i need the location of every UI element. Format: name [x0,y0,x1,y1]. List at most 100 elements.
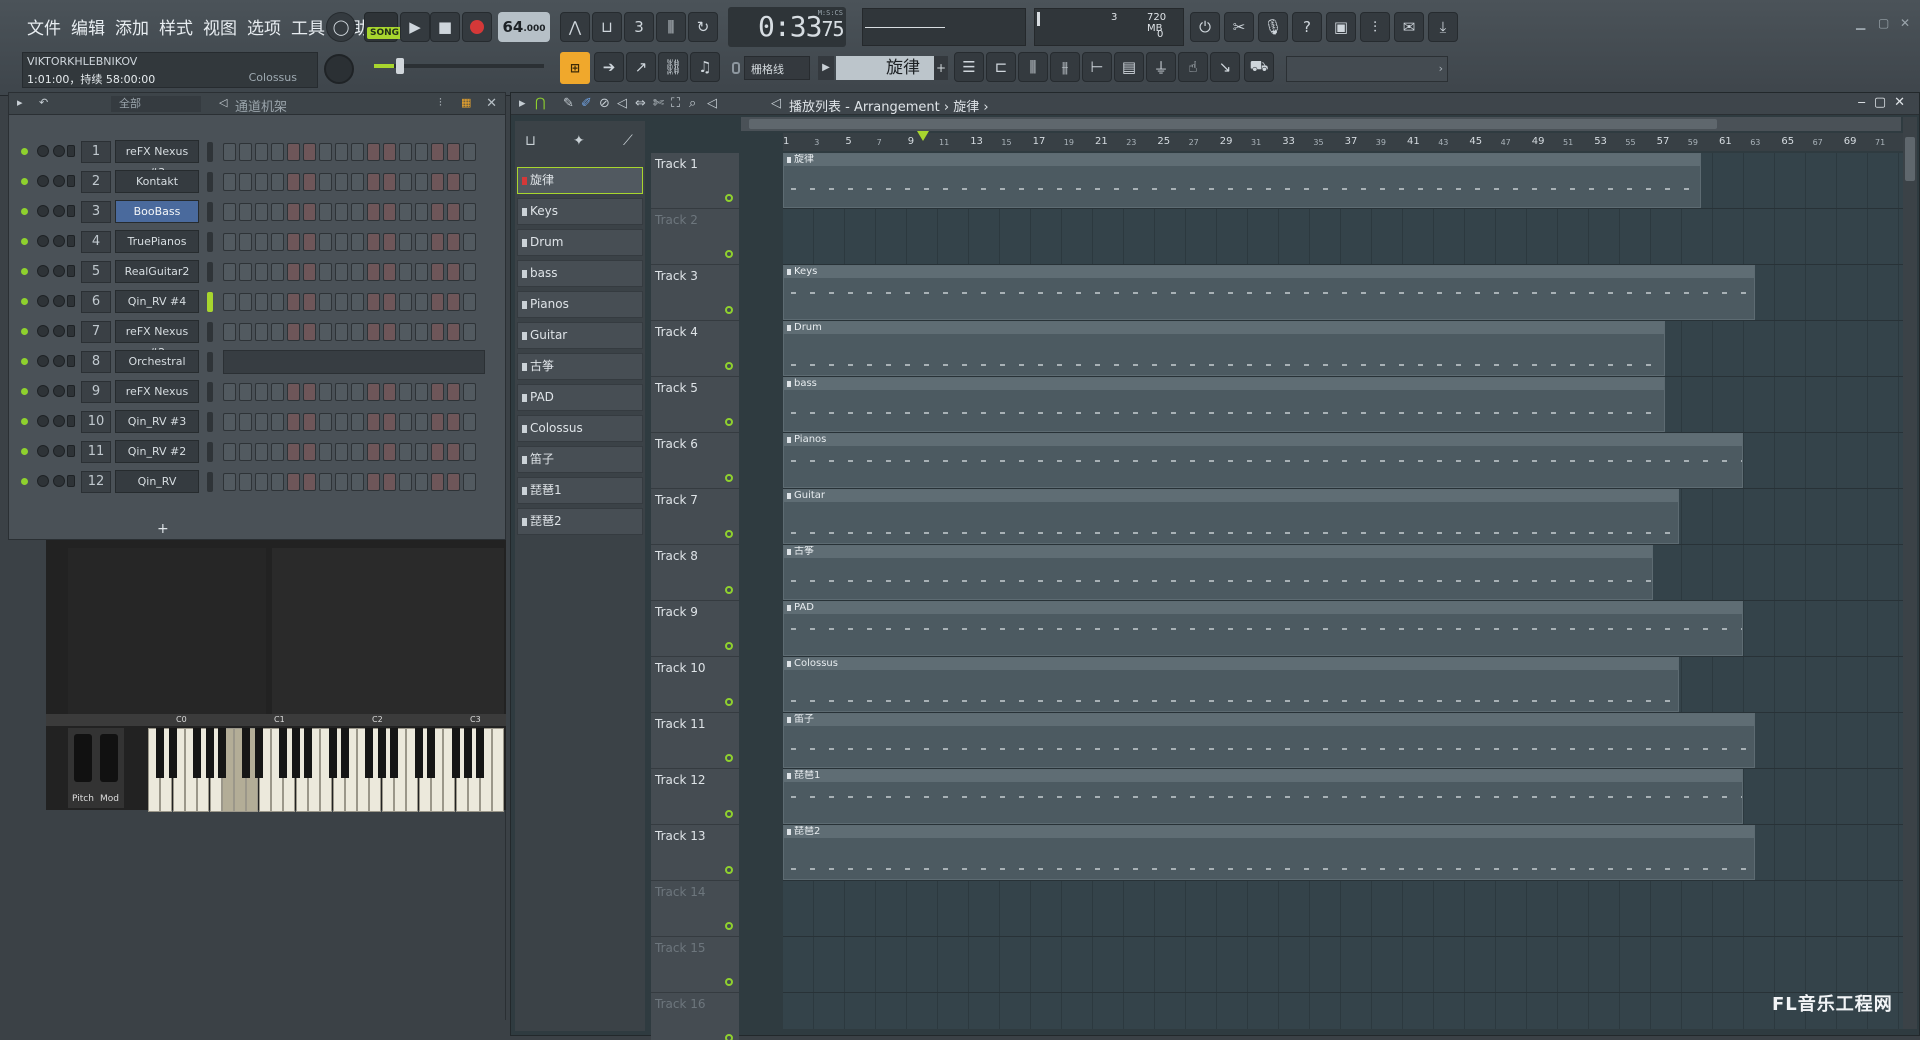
step-button[interactable] [447,263,460,281]
channel-select-indicator[interactable] [207,202,213,222]
channel-number[interactable]: 7 [81,321,111,343]
step-button[interactable] [239,443,252,461]
step-button[interactable] [383,473,396,491]
channel-mute-led[interactable] [21,358,28,365]
playlist-view-button[interactable]: ⊞ [560,52,590,84]
step-button[interactable] [335,413,348,431]
step-button[interactable] [223,323,236,341]
pattern-button[interactable]: Drum [517,229,643,256]
step-button[interactable] [319,443,332,461]
track-enable-led[interactable] [725,306,733,314]
channel-group-select[interactable]: 全部 [111,96,201,112]
timeline-ruler[interactable]: 1 5 9 13 17 21 25 29 33 37 41 45 49 53 57 61 65 69 3 7 11 15 1… [783,133,1903,151]
brush-icon[interactable]: ✐ [581,96,592,111]
step-button[interactable] [383,233,396,251]
download-icon[interactable]: ⤓ [1428,12,1458,42]
track-enable-led[interactable] [725,250,733,258]
step-button[interactable] [335,233,348,251]
step-button[interactable] [271,203,284,221]
step-button[interactable] [303,143,316,161]
track-enable-led[interactable] [725,1034,733,1040]
channel-name-button[interactable]: Qin_RV [115,470,199,493]
track-header[interactable]: Track 14 [651,881,739,937]
track-enable-led[interactable] [725,194,733,202]
step-button[interactable] [463,173,476,191]
channel-mixer-track[interactable] [67,355,75,367]
black-key[interactable] [217,728,226,778]
step-button[interactable] [287,473,300,491]
mixer-window-icon[interactable]: ⫵ [1050,52,1080,82]
channel-name-button[interactable]: Orchestral [115,350,199,373]
step-button[interactable] [287,203,300,221]
track-header[interactable]: Track 2 [651,209,739,265]
step-button[interactable] [367,263,380,281]
channel-pan-knob[interactable] [37,145,49,157]
step-button[interactable] [415,383,428,401]
piano-roll-icon[interactable]: ➔ [594,52,624,82]
track-enable-led[interactable] [725,698,733,706]
channel-volume-knob[interactable] [53,235,65,247]
step-button[interactable] [335,323,348,341]
step-button[interactable] [239,323,252,341]
channel-select-indicator[interactable] [207,412,213,432]
step-button[interactable] [239,473,252,491]
step-button[interactable] [383,323,396,341]
playlist-menu-icon[interactable]: ▸ [519,96,526,111]
step-button[interactable] [399,293,412,311]
step-button[interactable] [223,203,236,221]
close-icon[interactable]: ✕ [486,96,497,111]
step-button[interactable] [367,383,380,401]
step-button[interactable] [383,263,396,281]
step-button[interactable] [431,443,444,461]
slip-icon[interactable]: ⇔ [635,96,646,111]
channel-graph-area[interactable] [223,350,485,374]
step-button[interactable] [447,383,460,401]
channel-volume-knob[interactable] [53,145,65,157]
save-icon[interactable]: ▣ [1326,12,1356,42]
step-button[interactable] [399,413,412,431]
step-button[interactable] [399,203,412,221]
channel-select-indicator[interactable] [207,382,213,402]
channel-name-button[interactable]: TruePianos [115,230,199,253]
play-button[interactable]: ▶ [400,12,430,42]
step-button[interactable] [271,323,284,341]
step-button[interactable] [351,173,364,191]
channel-mute-led[interactable] [21,208,28,215]
close-icon[interactable]: ✕ [1900,16,1910,30]
black-key[interactable] [340,728,349,778]
step-button[interactable] [463,443,476,461]
step-button[interactable] [383,143,396,161]
track-header[interactable]: Track 16 [651,993,739,1040]
step-button[interactable] [383,173,396,191]
track-lane[interactable] [783,993,1903,1040]
step-button[interactable] [383,293,396,311]
step-button[interactable] [335,443,348,461]
channel-mixer-track[interactable] [67,265,75,277]
step-button[interactable] [223,383,236,401]
step-button[interactable] [223,263,236,281]
step-button[interactable] [303,473,316,491]
channel-select-indicator[interactable] [207,292,213,312]
cart-icon[interactable]: ⛟ [1244,52,1274,82]
step-button[interactable] [255,173,268,191]
select-icon[interactable]: ⛶ [671,96,680,111]
slice-icon[interactable]: ✄ [653,96,664,111]
pattern-button[interactable]: 琵琶1 [517,477,643,504]
step-button[interactable] [351,413,364,431]
graph-icon[interactable]: ⫶ [439,96,442,110]
step-button[interactable] [383,443,396,461]
countdown-icon[interactable]: 3 [624,12,654,42]
step-button[interactable] [287,323,300,341]
step-button[interactable] [335,143,348,161]
channel-volume-knob[interactable] [53,415,65,427]
step-button[interactable] [239,413,252,431]
step-button[interactable] [351,443,364,461]
step-button[interactable] [463,413,476,431]
add-channel-button[interactable]: + [157,521,169,537]
news-panel[interactable]: › [1286,56,1448,82]
step-button[interactable] [223,443,236,461]
step-button[interactable] [239,383,252,401]
channel-mixer-track[interactable] [67,445,75,457]
step-button[interactable] [447,143,460,161]
menu-options[interactable]: 选项 [244,12,284,41]
